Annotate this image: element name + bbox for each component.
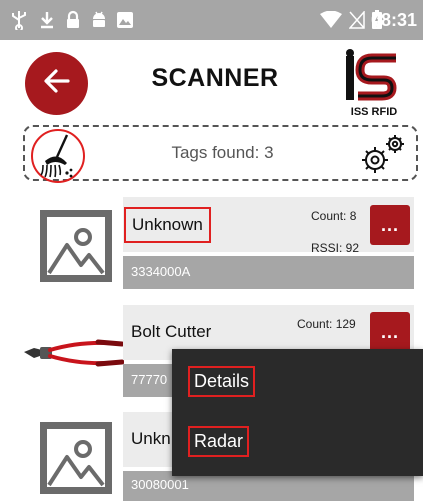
logo-text: ISS RFID [350, 106, 398, 118]
tag-name: Unkn [131, 429, 171, 448]
gears-icon [359, 135, 407, 179]
back-arrow-icon [42, 66, 72, 101]
more-options-button[interactable]: ... [370, 312, 410, 352]
tag-thumbnail [0, 410, 123, 501]
context-menu: Details Radar [172, 349, 423, 476]
download-icon [36, 0, 58, 40]
image-placeholder-icon [40, 422, 112, 494]
android-icon [88, 0, 110, 40]
status-time: 08:31 [370, 10, 417, 30]
tag-epc-bar: 3334000A [123, 256, 414, 289]
tag-count: Count: 8 [311, 209, 357, 223]
back-button[interactable] [25, 52, 88, 115]
usb-icon [8, 0, 30, 40]
tag-thumbnail [0, 196, 123, 284]
bolt-cutter-image [24, 332, 125, 381]
lock-icon [62, 0, 84, 40]
signal-icon [348, 0, 366, 40]
tag-thumbnail [0, 304, 125, 392]
image-icon [114, 0, 136, 40]
status-bar: 08:31 [0, 0, 423, 40]
tag-rssi: RSSI: 92 [311, 241, 360, 255]
image-placeholder-icon [40, 210, 112, 282]
menu-item-radar[interactable]: Radar [188, 426, 250, 457]
tag-epc: 3334000A [131, 264, 191, 279]
scan-toolbar: Tags found: 3 [23, 125, 418, 183]
menu-item-details[interactable]: Details [188, 366, 256, 397]
more-options-button[interactable]: ... [370, 205, 410, 245]
tag-count: Count: 129 [297, 317, 356, 331]
tag-name: Unknown [124, 207, 211, 243]
tag-epc: 30080001 [131, 477, 189, 492]
wifi-icon [318, 0, 344, 40]
tag-epc: 77770 [131, 372, 168, 387]
page-title: SCANNER [151, 64, 279, 92]
tag-name: Bolt Cutter [131, 322, 212, 341]
settings-button[interactable] [359, 133, 407, 175]
